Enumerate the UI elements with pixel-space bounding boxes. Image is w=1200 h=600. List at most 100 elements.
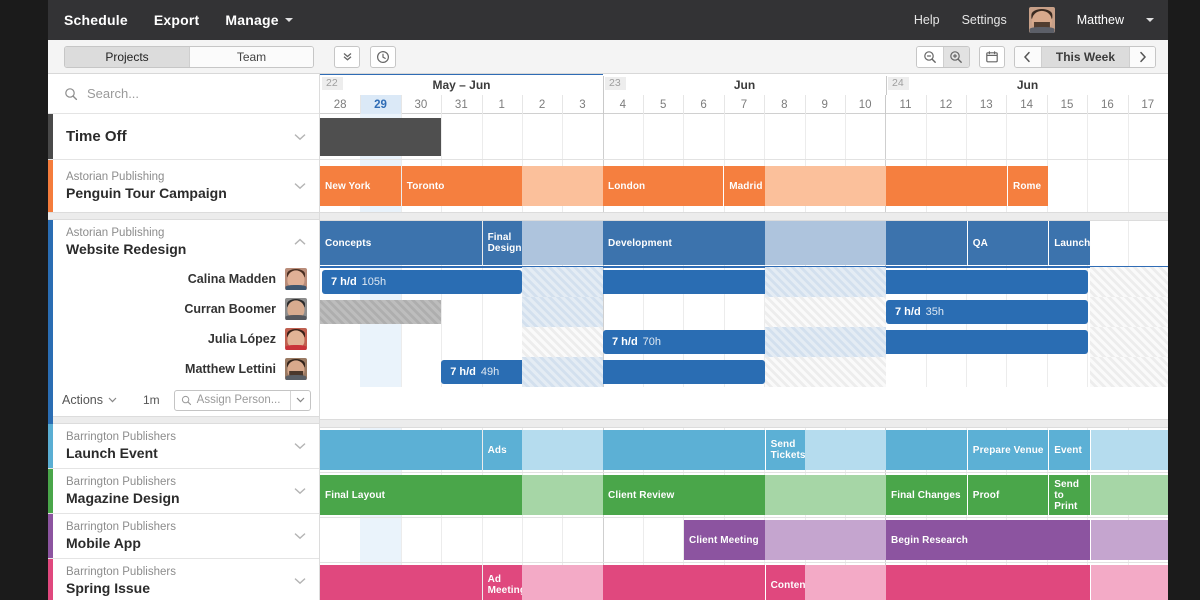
list-item[interactable]: Matthew Lettini — [48, 354, 319, 384]
help-link[interactable]: Help — [914, 13, 940, 27]
gantt-bar-weekend[interactable] — [765, 221, 886, 265]
actions-button[interactable]: Actions — [62, 393, 117, 407]
gantt-bar[interactable]: Proof — [967, 475, 1049, 515]
day-header-cell[interactable]: 6 — [683, 95, 723, 114]
settings-link[interactable]: Settings — [962, 13, 1007, 27]
gantt-bar[interactable]: Prepare Venue — [967, 430, 1049, 470]
zoom-in-button[interactable] — [942, 46, 969, 67]
row-expand-toggle[interactable] — [293, 182, 319, 190]
gantt-bar[interactable]: Client Meeting — [684, 520, 765, 560]
gantt-bar[interactable] — [320, 118, 441, 156]
timeline-row-website-redesign[interactable]: Concepts Final Design Development QA Lau… — [320, 221, 1168, 266]
gantt-bar[interactable]: Launch — [1049, 221, 1090, 265]
gantt-bar[interactable] — [603, 565, 765, 600]
allocation-bar[interactable]: 7 h/d 105h — [322, 270, 522, 294]
gantt-bar[interactable] — [320, 430, 482, 470]
allocation-bar[interactable]: 7 h/d 70h — [603, 330, 765, 354]
user-name-label[interactable]: Matthew — [1077, 13, 1124, 27]
time-view-button[interactable] — [370, 45, 396, 68]
calendar-picker-button[interactable] — [978, 45, 1005, 68]
gantt-bar-weekend[interactable] — [765, 520, 886, 560]
day-header-cell[interactable]: 31 — [441, 95, 481, 114]
gantt-bar[interactable] — [603, 430, 765, 470]
day-header-cell[interactable]: 7 — [724, 95, 764, 114]
row-expand-toggle[interactable] — [293, 133, 319, 141]
collapse-all-button[interactable] — [334, 45, 360, 68]
gantt-bar[interactable]: Concepts — [320, 221, 482, 265]
timeline-row-allocation-julia-lopez[interactable]: 7 h/d 70h — [320, 327, 1168, 357]
gantt-bar[interactable]: Ad Meeting — [482, 565, 526, 600]
allocation-bar[interactable] — [603, 360, 765, 384]
gantt-bar-weekend[interactable] — [522, 430, 603, 470]
gantt-bar-weekend[interactable] — [1090, 565, 1168, 600]
nav-item-manage[interactable]: Manage — [225, 12, 293, 28]
gantt-bar[interactable] — [886, 565, 1090, 600]
gantt-bar[interactable]: New York — [320, 166, 401, 206]
allocation-bar[interactable]: 7 h/d 49h — [441, 360, 522, 384]
gantt-bar[interactable] — [320, 565, 482, 600]
day-header-cell[interactable]: 9 — [805, 95, 845, 114]
timeline-row-magazine-design[interactable]: Final Layout Client Review Final Changes… — [320, 473, 1168, 517]
gantt-bar[interactable] — [886, 221, 967, 265]
assign-person-input[interactable]: Assign Person... — [173, 389, 311, 411]
day-header-cell[interactable]: 2 — [522, 95, 562, 114]
gantt-bar[interactable] — [886, 166, 1008, 206]
previous-period-button[interactable] — [1014, 46, 1041, 67]
gantt-bar-weekend[interactable] — [765, 475, 886, 515]
gantt-bar-weekend[interactable] — [522, 166, 603, 206]
gantt-bar-weekend[interactable] — [1090, 430, 1168, 470]
day-header-cell[interactable]: 30 — [401, 95, 441, 114]
day-header-cell[interactable]: 11 — [885, 95, 925, 114]
day-header-cell[interactable]: 5 — [643, 95, 683, 114]
timeline-row-launch-event[interactable]: Ads Send Tickets Prepare Venue Event — [320, 428, 1168, 472]
timeline-row-allocation-curran-boomer[interactable]: 7 h/d 35h — [320, 297, 1168, 327]
gantt-bar[interactable]: Client Review — [603, 475, 765, 515]
gantt-bar[interactable]: Final Design — [482, 221, 522, 265]
timeline-row-allocation-matthew-lettini[interactable]: 7 h/d 49h — [320, 357, 1168, 387]
gantt-bar[interactable]: Content — [765, 565, 809, 600]
timeline-row-time-off[interactable] — [320, 114, 1168, 159]
nav-item-export[interactable]: Export — [154, 12, 200, 28]
sidebar-row-spring-issue[interactable]: Barrington Publishers Spring Issue — [48, 559, 319, 600]
allocation-bar[interactable]: 7 h/d 35h — [886, 300, 1088, 324]
gantt-bar-weekend[interactable] — [522, 565, 603, 600]
gantt-bar[interactable]: London — [603, 166, 724, 206]
gantt-bar[interactable]: Send Tickets — [765, 430, 805, 470]
tab-team[interactable]: Team — [189, 46, 313, 67]
avatar[interactable] — [1028, 7, 1055, 33]
gantt-bar[interactable]: Final Changes — [886, 475, 967, 515]
allocation-bar[interactable] — [603, 270, 765, 294]
nav-item-schedule[interactable]: Schedule — [64, 12, 128, 28]
row-collapse-toggle[interactable] — [293, 238, 319, 246]
timeline-row-mobile-app[interactable]: Client Meeting Begin Research — [320, 518, 1168, 562]
day-header-cell[interactable]: 10 — [845, 95, 885, 114]
day-header-cell[interactable]: 14 — [1006, 95, 1046, 114]
list-item[interactable]: Julia López — [48, 324, 319, 354]
gantt-bar[interactable]: Toronto — [401, 166, 522, 206]
sidebar-row-launch-event[interactable]: Barrington Publishers Launch Event — [48, 424, 319, 468]
row-expand-toggle[interactable] — [293, 487, 319, 495]
zoom-out-button[interactable] — [916, 46, 943, 67]
day-header-cell[interactable]: 16 — [1087, 95, 1127, 114]
day-header-cell[interactable]: 8 — [764, 95, 804, 114]
sidebar-row-website-redesign[interactable]: Astorian Publishing Website Redesign — [48, 220, 319, 436]
gantt-bar[interactable] — [886, 430, 967, 470]
sidebar-row-penguin-tour-campaign[interactable]: Astorian Publishing Penguin Tour Campaig… — [48, 160, 319, 212]
chevron-down-icon[interactable] — [1146, 18, 1154, 22]
sidebar-row-mobile-app[interactable]: Barrington Publishers Mobile App — [48, 514, 319, 558]
gantt-bar[interactable]: Rome — [1008, 166, 1049, 206]
sidebar-row-time-off[interactable]: Time Off — [48, 114, 319, 159]
tab-projects[interactable]: Projects — [65, 46, 189, 67]
gantt-bar[interactable]: Begin Research — [886, 520, 1090, 560]
timeline-row-penguin-tour-campaign[interactable]: New York Toronto London Madrid Rome — [320, 160, 1168, 212]
day-header-cell[interactable]: 4 — [603, 95, 643, 114]
day-header-cell[interactable]: 17 — [1128, 95, 1168, 114]
row-expand-toggle[interactable] — [293, 577, 319, 585]
gantt-bar-weekend[interactable] — [805, 565, 886, 600]
timeline-row-spring-issue[interactable]: Ad Meeting Content — [320, 563, 1168, 600]
gantt-bar[interactable]: Send to Print — [1049, 475, 1090, 515]
gantt-bar-weekend[interactable] — [522, 221, 603, 265]
timeline-row-allocation-calina-madden[interactable]: 7 h/d 105h — [320, 267, 1168, 297]
allocation-bar[interactable] — [886, 270, 1088, 294]
day-header-cell[interactable]: 29 — [360, 95, 401, 114]
